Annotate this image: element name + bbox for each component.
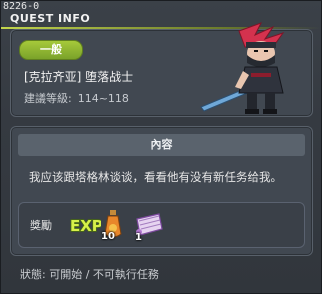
level-label: 建議等級: — [24, 92, 72, 105]
level-range: 114~118 — [77, 92, 129, 105]
content-section-header: 內容 — [18, 134, 305, 156]
quest-category-badge: 一般 — [19, 40, 83, 60]
quest-name: [克拉齐亚] 堕落战士 — [24, 70, 134, 84]
quest-status: 狀態: 可開始 / 不可執行任務 — [20, 268, 159, 281]
scroll-count: 1 — [135, 232, 142, 243]
quest-description: 我应该跟塔格林谈谈，看看他有没有新任务给我。 — [29, 170, 282, 184]
npc-warrior-avatar — [200, 22, 285, 114]
exp-icon: EXP — [69, 216, 101, 236]
window-title: QUEST INFO — [10, 12, 91, 25]
recommended-level: 建議等級: 114~118 — [24, 90, 129, 106]
quest-id-label: 8226-0 — [3, 1, 40, 12]
potion-count: 10 — [101, 231, 115, 242]
exp-icon-text: EXP — [70, 217, 101, 235]
quest-info-window: 8226-0 QUEST INFO 一般 [克拉齐亚] 堕落战士 建議等級: 11… — [0, 0, 322, 294]
rewards-label: 獎勵 — [30, 219, 52, 232]
